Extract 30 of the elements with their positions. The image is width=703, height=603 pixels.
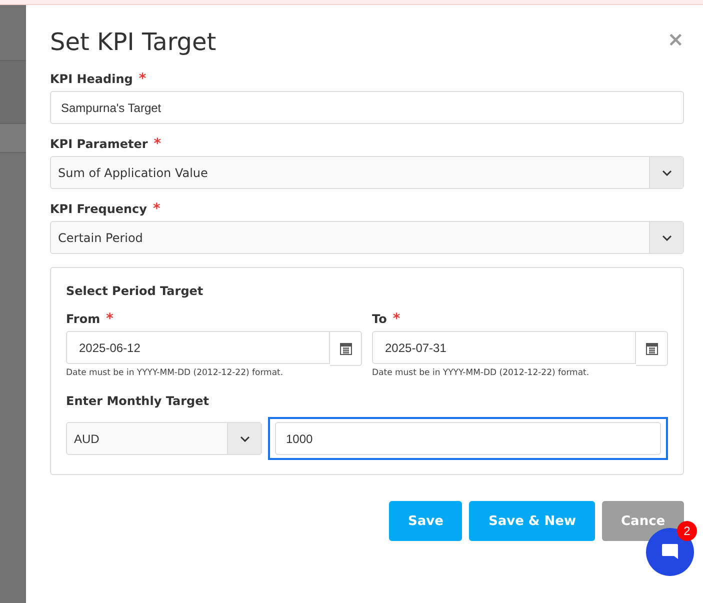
- required-mark: *: [152, 202, 160, 216]
- chevron-down-icon: [662, 170, 672, 176]
- field-label: KPI Frequency: [50, 202, 147, 216]
- required-mark: *: [138, 72, 146, 86]
- field-label: To: [372, 312, 387, 326]
- amount-field[interactable]: 1000: [275, 422, 661, 455]
- select-field[interactable]: Certain Period: [50, 221, 684, 254]
- field-label: KPI Parameter: [50, 137, 148, 151]
- section-title: Select Period Target: [66, 284, 204, 298]
- required-mark: *: [106, 312, 114, 326]
- chevron-down-icon: [662, 234, 672, 240]
- required-mark: *: [154, 137, 162, 151]
- field-label: KPI Heading: [50, 72, 133, 86]
- calendar-icon: [340, 342, 352, 355]
- calendar-button[interactable]: [636, 331, 668, 366]
- hint-text: Date must be in YYYY-MM-DD (2012-12-22) format.: [372, 368, 590, 378]
- date-field[interactable]: 2025-06-12: [66, 331, 330, 364]
- date-field[interactable]: 2025-07-31: [372, 331, 636, 364]
- required-mark: *: [392, 312, 400, 326]
- field-label: From: [66, 312, 100, 326]
- calendar-icon: [646, 342, 658, 355]
- chevron-down-icon: [240, 436, 250, 442]
- calendar-button[interactable]: [330, 331, 362, 366]
- field-label: Enter Monthly Target: [66, 394, 209, 408]
- chat-icon: [660, 542, 680, 562]
- dialog-title: Set KPI Target: [50, 27, 216, 57]
- select-field[interactable]: Sum of Application Value: [50, 156, 684, 189]
- currency-select[interactable]: AUD: [66, 422, 262, 455]
- hint-text: Date must be in YYYY-MM-DD (2012-12-22) format.: [66, 368, 284, 378]
- text-field[interactable]: Sampurna's Target: [50, 91, 684, 124]
